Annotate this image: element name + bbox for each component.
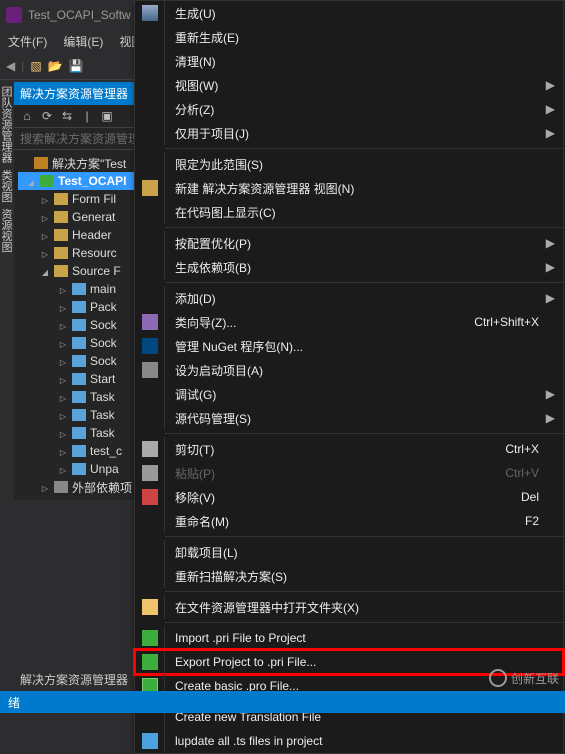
menu-rebuild[interactable]: 重新生成(E): [135, 25, 563, 49]
watermark: 创新互联: [489, 669, 559, 687]
paste-icon: [142, 465, 158, 481]
submenu-arrow-icon: ▶: [546, 102, 555, 116]
search-input[interactable]: 搜索解决方案资源管理器: [14, 128, 134, 150]
collapse-icon[interactable]: ▣: [100, 109, 114, 123]
panel-header[interactable]: 解决方案资源管理器: [14, 82, 134, 105]
tree-src-item[interactable]: Task: [18, 424, 134, 442]
submenu-arrow-icon: ▶: [546, 291, 555, 305]
open-icon[interactable]: 📂: [48, 59, 63, 73]
submenu-arrow-icon: ▶: [546, 411, 555, 425]
menu-separator: [165, 433, 563, 434]
save-icon[interactable]: 💾: [69, 59, 84, 73]
tree-ext[interactable]: 外部依赖项: [18, 478, 134, 496]
nav-back-icon[interactable]: ◀: [6, 59, 15, 73]
panel-title: 解决方案资源管理器: [20, 85, 128, 102]
menu-source-control[interactable]: 源代码管理(S)▶: [135, 406, 563, 430]
menu-cut[interactable]: 剪切(T)Ctrl+X: [135, 437, 563, 461]
tree-src-item[interactable]: Sock: [18, 352, 134, 370]
separator: |: [21, 59, 24, 73]
new-view-icon: [142, 180, 158, 196]
tree-item[interactable]: Generat: [18, 208, 134, 226]
import-icon: [142, 630, 158, 646]
cut-icon: [142, 441, 158, 457]
menu-file[interactable]: 文件(F): [0, 30, 55, 53]
startup-icon: [142, 362, 158, 378]
tree-src-item[interactable]: test_c: [18, 442, 134, 460]
menu-project-only[interactable]: 仅用于项目(J)▶: [135, 121, 563, 145]
submenu-arrow-icon: ▶: [546, 387, 555, 401]
vs-logo-icon: [6, 7, 22, 23]
ts-icon: [142, 733, 158, 749]
tree-project[interactable]: Test_OCAPI: [18, 172, 134, 190]
menu-remove[interactable]: 移除(V)Del: [135, 485, 563, 509]
menu-build-deps[interactable]: 生成依赖项(B)▶: [135, 255, 563, 279]
submenu-arrow-icon: ▶: [546, 78, 555, 92]
menu-class-wizard[interactable]: 类向导(Z)...Ctrl+Shift+X: [135, 310, 563, 334]
tree-src-item[interactable]: Task: [18, 406, 134, 424]
menu-separator: [165, 591, 563, 592]
menu-analyze[interactable]: 分析(Z)▶: [135, 97, 563, 121]
menu-rescan[interactable]: 重新扫描解决方案(S): [135, 564, 563, 588]
menu-separator: [165, 227, 563, 228]
status-bar: 绪: [0, 691, 565, 713]
menu-view[interactable]: 视图(W)▶: [135, 73, 563, 97]
window-title: Test_OCAPI_Softw: [28, 8, 131, 22]
tree-item[interactable]: Resourc: [18, 244, 134, 262]
menu-clean[interactable]: 清理(N): [135, 49, 563, 73]
menu-separator: [165, 282, 563, 283]
context-menu: 生成(U) 重新生成(E) 清理(N) 视图(W)▶ 分析(Z)▶ 仅用于项目(…: [134, 0, 564, 754]
menu-open-explorer[interactable]: 在文件资源管理器中打开文件夹(X): [135, 595, 563, 619]
tree-item[interactable]: Header: [18, 226, 134, 244]
new-project-icon[interactable]: ▧: [30, 59, 41, 73]
menu-rename[interactable]: 重命名(M)F2: [135, 509, 563, 533]
panel-footer-tab[interactable]: 解决方案资源管理器: [14, 668, 134, 691]
wizard-icon: [142, 314, 158, 330]
submenu-arrow-icon: ▶: [546, 236, 555, 250]
sync-icon[interactable]: ⇆: [60, 109, 74, 123]
menu-scope[interactable]: 限定为此范围(S): [135, 152, 563, 176]
tree-src-item[interactable]: Pack: [18, 298, 134, 316]
menu-separator: [165, 148, 563, 149]
menu-add[interactable]: 添加(D)▶: [135, 286, 563, 310]
menu-new-explorer[interactable]: 新建 解决方案资源管理器 视图(N): [135, 176, 563, 200]
menu-manage-nuget[interactable]: 管理 NuGet 程序包(N)...: [135, 334, 563, 358]
export-icon: [142, 654, 158, 670]
panel-toolbar: ⌂ ⟳ ⇆ | ▣: [14, 105, 134, 128]
tree-src-item[interactable]: Sock: [18, 334, 134, 352]
menu-set-startup[interactable]: 设为启动项目(A): [135, 358, 563, 382]
watermark-icon: [489, 669, 507, 687]
tree-src-item[interactable]: Sock: [18, 316, 134, 334]
side-tabs[interactable]: 团队资源管理器 类视图 资源视图: [0, 82, 14, 642]
tree-src-item[interactable]: Start: [18, 370, 134, 388]
tree-src-item[interactable]: Task: [18, 388, 134, 406]
menu-debug[interactable]: 调试(G)▶: [135, 382, 563, 406]
home-icon[interactable]: ⌂: [20, 109, 34, 123]
menu-paste: 粘贴(P)Ctrl+V: [135, 461, 563, 485]
tree-solution[interactable]: 解决方案"Test: [18, 154, 134, 172]
menu-show-codemap[interactable]: 在代码图上显示(C): [135, 200, 563, 224]
menu-lupdate[interactable]: lupdate all .ts files in project: [135, 729, 563, 753]
delete-icon: [142, 489, 158, 505]
menu-edit[interactable]: 编辑(E): [55, 30, 111, 53]
menu-profile-opt[interactable]: 按配置优化(P)▶: [135, 231, 563, 255]
menu-separator: [165, 536, 563, 537]
submenu-arrow-icon: ▶: [546, 126, 555, 140]
menu-unload[interactable]: 卸载项目(L): [135, 540, 563, 564]
watermark-text: 创新互联: [511, 670, 559, 687]
status-text: 绪: [8, 694, 20, 711]
refresh-icon[interactable]: ⟳: [40, 109, 54, 123]
tree-item[interactable]: Form Fil: [18, 190, 134, 208]
build-icon: [142, 5, 158, 21]
submenu-arrow-icon: ▶: [546, 260, 555, 274]
menu-import-pri[interactable]: Import .pri File to Project: [135, 626, 563, 650]
menu-build[interactable]: 生成(U): [135, 1, 563, 25]
folder-icon: [142, 599, 158, 615]
nuget-icon: [142, 338, 158, 354]
tree-src-item[interactable]: Unpa: [18, 460, 134, 478]
solution-tree[interactable]: 解决方案"Test Test_OCAPI Form Fil Generat He…: [14, 150, 134, 500]
menu-separator: [165, 622, 563, 623]
solution-explorer: 解决方案资源管理器 ⌂ ⟳ ⇆ | ▣ 搜索解决方案资源管理器 解决方案"Tes…: [14, 82, 134, 500]
tree-src-item[interactable]: main: [18, 280, 134, 298]
tree-source[interactable]: Source F: [18, 262, 134, 280]
